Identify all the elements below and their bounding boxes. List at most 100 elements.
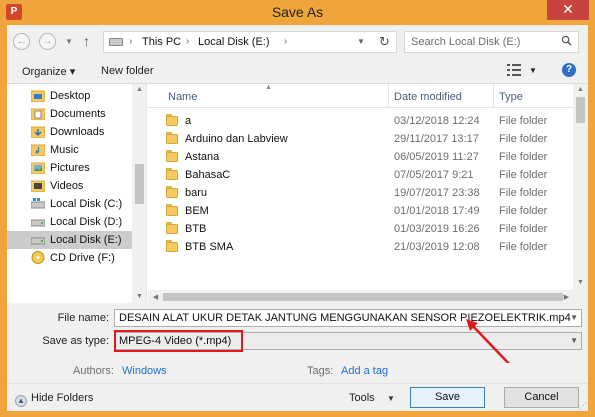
file-type: File folder bbox=[499, 241, 548, 253]
tools-dropdown-icon[interactable]: ▼ bbox=[387, 394, 395, 403]
file-list-horizontal-scrollbar[interactable]: ◀ ▶ bbox=[148, 290, 588, 304]
folder-icon bbox=[166, 188, 178, 198]
sidebar-item-label: CD Drive (F:) bbox=[50, 252, 115, 264]
file-row[interactable]: BahasaC 07/05/2017 9:21 File folder bbox=[148, 166, 573, 184]
file-date: 07/05/2017 9:21 bbox=[394, 169, 474, 181]
forward-button[interactable]: → bbox=[39, 33, 56, 50]
sidebar-scroll-thumb[interactable] bbox=[135, 164, 144, 204]
horizontal-scroll-thumb[interactable] bbox=[163, 293, 563, 301]
scroll-down-icon[interactable]: ▼ bbox=[573, 279, 588, 286]
file-row[interactable]: a 03/12/2018 12:24 File folder bbox=[148, 112, 573, 130]
file-date: 29/11/2017 13:17 bbox=[394, 133, 479, 145]
file-list-vertical-scrollbar[interactable]: ▲ ▼ bbox=[573, 84, 588, 290]
file-date: 01/03/2019 16:26 bbox=[394, 223, 480, 235]
chevron-down-icon[interactable]: ▼ bbox=[570, 313, 578, 322]
search-input[interactable]: Search Local Disk (E:) bbox=[404, 31, 579, 53]
folder-icon bbox=[166, 116, 178, 126]
tags-label: Tags: bbox=[307, 365, 334, 377]
file-date: 21/03/2019 12:08 bbox=[394, 241, 480, 253]
file-row[interactable]: BTB SMA 21/03/2019 12:08 File folder bbox=[148, 238, 573, 256]
dialog-footer: ▲ Hide Folders Tools ▼ Save Cancel ⋰ bbox=[7, 383, 588, 411]
tools-button[interactable]: Tools bbox=[349, 392, 375, 404]
file-type: File folder bbox=[499, 133, 548, 145]
folder-icon bbox=[166, 152, 178, 162]
file-name-label: File name: bbox=[57, 312, 109, 324]
scroll-down-icon[interactable]: ▼ bbox=[132, 293, 146, 300]
sidebar-item-local-disk-e[interactable]: Local Disk (E:) bbox=[7, 231, 132, 249]
sidebar-item-music[interactable]: Music bbox=[7, 141, 132, 159]
new-folder-button[interactable]: New folder bbox=[101, 65, 154, 77]
save-button[interactable]: Save bbox=[410, 387, 485, 408]
cancel-button[interactable]: Cancel bbox=[504, 387, 579, 408]
column-header-row: ▲ Name Date modified Type bbox=[148, 84, 573, 108]
column-header-type[interactable]: Type bbox=[499, 91, 523, 103]
file-name: Arduino dan Labview bbox=[185, 133, 288, 145]
column-divider[interactable] bbox=[388, 84, 389, 108]
pictures-folder-icon bbox=[31, 162, 45, 174]
address-history-dropdown-icon[interactable]: ▼ bbox=[357, 37, 365, 46]
search-icon bbox=[561, 35, 572, 46]
sidebar-item-local-disk-d[interactable]: Local Disk (D:) bbox=[7, 213, 132, 231]
file-row[interactable]: Astana 06/05/2019 11:27 File folder bbox=[148, 148, 573, 166]
folder-icon bbox=[166, 206, 178, 216]
file-name: BTB SMA bbox=[185, 241, 234, 253]
save-as-dialog: P Save As ✕ ← → ▼ ↑ › This PC › Local Di… bbox=[0, 0, 595, 417]
view-options-dropdown-icon[interactable]: ▼ bbox=[529, 66, 537, 75]
scroll-up-icon[interactable]: ▲ bbox=[132, 86, 146, 93]
sidebar-item-label: Music bbox=[50, 144, 79, 156]
help-icon[interactable]: ? bbox=[562, 63, 576, 77]
music-folder-icon bbox=[31, 144, 45, 156]
sidebar-item-cd-drive-f[interactable]: CD Drive (F:) bbox=[7, 249, 132, 267]
breadcrumb-separator: › bbox=[186, 36, 190, 47]
title-bar[interactable]: P Save As ✕ bbox=[0, 0, 595, 24]
highlight-annotation-box bbox=[114, 330, 243, 352]
collapse-up-icon: ▲ bbox=[15, 395, 27, 407]
metadata-row: Authors: Windows Tags: Add a tag bbox=[7, 363, 588, 383]
sidebar-item-label: Local Disk (D:) bbox=[50, 216, 123, 228]
scroll-up-icon[interactable]: ▲ bbox=[573, 86, 588, 93]
authors-value[interactable]: Windows bbox=[122, 365, 167, 377]
file-list: ▲ Name Date modified Type a 03/12/2018 1… bbox=[148, 84, 588, 304]
breadcrumb-local-disk-e[interactable]: Local Disk (E:) bbox=[198, 36, 270, 48]
sidebar-item-documents[interactable]: Documents bbox=[7, 105, 132, 123]
tags-input[interactable]: Add a tag bbox=[341, 365, 388, 377]
breadcrumb-this-pc[interactable]: This PC bbox=[142, 36, 181, 48]
folder-icon bbox=[166, 242, 178, 252]
column-divider[interactable] bbox=[493, 84, 494, 108]
sidebar-item-label: Downloads bbox=[50, 126, 105, 138]
scroll-right-icon[interactable]: ▶ bbox=[559, 293, 574, 301]
file-row[interactable]: Arduino dan Labview 29/11/2017 13:17 Fil… bbox=[148, 130, 573, 148]
sidebar-item-downloads[interactable]: Downloads bbox=[7, 123, 132, 141]
file-row[interactable]: BTB 01/03/2019 16:26 File folder bbox=[148, 220, 573, 238]
sidebar-item-local-disk-c[interactable]: Local Disk (C:) bbox=[7, 195, 132, 213]
command-toolbar: Organize ▾ New folder ▼ ? bbox=[7, 59, 588, 83]
address-bar[interactable]: › This PC › Local Disk (E:) › ▼ ↻ bbox=[103, 31, 397, 53]
refresh-icon[interactable]: ↻ bbox=[379, 34, 390, 50]
organize-button[interactable]: Organize ▾ bbox=[22, 65, 75, 78]
column-header-date[interactable]: Date modified bbox=[394, 91, 462, 103]
up-one-level-button[interactable]: ↑ bbox=[83, 33, 90, 49]
sidebar-item-label: Local Disk (C:) bbox=[50, 198, 123, 210]
file-name: BahasaC bbox=[185, 169, 231, 181]
chevron-down-icon[interactable]: ▼ bbox=[570, 336, 578, 345]
hide-folders-button[interactable]: ▲ Hide Folders bbox=[15, 392, 93, 407]
back-button[interactable]: ← bbox=[13, 33, 30, 50]
resize-grip-icon[interactable]: ⋰ bbox=[579, 401, 587, 410]
column-header-name[interactable]: Name bbox=[168, 91, 197, 103]
file-name: BTB bbox=[185, 223, 207, 235]
change-view-icon[interactable] bbox=[507, 64, 521, 76]
vertical-scroll-thumb[interactable] bbox=[576, 97, 585, 123]
breadcrumb-separator: › bbox=[129, 36, 133, 47]
recent-locations-dropdown-icon[interactable]: ▼ bbox=[65, 37, 73, 46]
close-button[interactable]: ✕ bbox=[547, 0, 589, 20]
scroll-left-icon[interactable]: ◀ bbox=[148, 293, 163, 301]
file-row[interactable]: BEM 01/01/2018 17:49 File folder bbox=[148, 202, 573, 220]
sidebar-item-pictures[interactable]: Pictures bbox=[7, 159, 132, 177]
file-row[interactable]: baru 19/07/2017 23:38 File folder bbox=[148, 184, 573, 202]
sidebar-item-videos[interactable]: Videos bbox=[7, 177, 132, 195]
save-as-type-label: Save as type: bbox=[42, 335, 109, 347]
sidebar-item-desktop[interactable]: Desktop bbox=[7, 87, 132, 105]
dialog-title: Save As bbox=[271, 4, 324, 20]
drive-icon bbox=[31, 219, 45, 227]
sidebar-scrollbar[interactable]: ▲ ▼ bbox=[132, 84, 146, 304]
